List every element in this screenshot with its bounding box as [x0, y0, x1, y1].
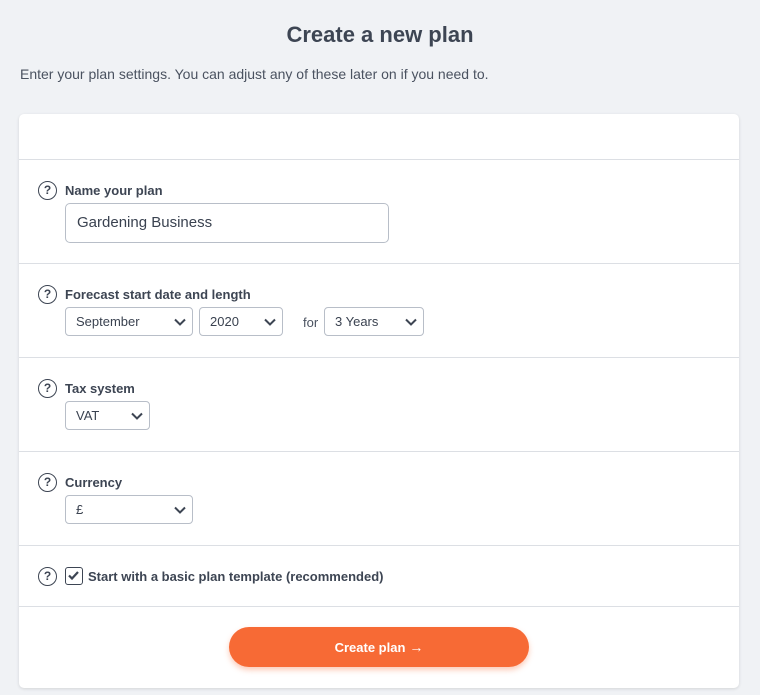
month-value: September	[76, 314, 140, 329]
template-label: Start with a basic plan template (recomm…	[88, 569, 384, 584]
currency-label: Currency	[65, 475, 123, 490]
plan-name-input[interactable]: Gardening Business	[65, 203, 389, 243]
divider	[19, 357, 739, 358]
year-value: 2020	[210, 314, 239, 329]
currency-select[interactable]: £	[65, 495, 193, 524]
help-icon[interactable]: ?	[38, 181, 57, 200]
length-value: 3 Years	[335, 314, 379, 329]
year-select[interactable]: 2020	[199, 307, 283, 336]
template-checkbox[interactable]	[65, 567, 83, 585]
plan-settings-card: ? Name your plan Gardening Business ? Fo…	[19, 114, 739, 688]
chevron-down-icon	[264, 318, 276, 326]
month-select[interactable]: September	[65, 307, 193, 336]
checkmark-icon	[68, 571, 79, 581]
help-icon[interactable]: ?	[38, 285, 57, 304]
tax-system-label: Tax system	[65, 381, 135, 396]
currency-value: £	[76, 502, 84, 517]
page-subtitle: Enter your plan settings. You can adjust…	[20, 66, 489, 82]
create-plan-label: Create plan	[334, 640, 406, 655]
help-icon[interactable]: ?	[38, 473, 57, 492]
forecast-label: Forecast start date and length	[65, 287, 251, 302]
help-icon[interactable]: ?	[38, 567, 57, 586]
help-icon[interactable]: ?	[38, 379, 57, 398]
tax-system-select[interactable]: VAT	[65, 401, 150, 430]
arrow-right-icon: →	[409, 639, 424, 655]
page-title: Create a new plan	[286, 22, 474, 47]
divider	[19, 451, 739, 452]
divider	[19, 606, 739, 607]
name-plan-label: Name your plan	[65, 183, 163, 198]
chevron-down-icon	[174, 318, 186, 326]
divider	[19, 545, 739, 546]
length-select[interactable]: 3 Years	[324, 307, 424, 336]
tax-system-value: VAT	[76, 408, 100, 423]
chevron-down-icon	[131, 412, 143, 420]
chevron-down-icon	[174, 506, 186, 514]
divider	[19, 263, 739, 264]
create-plan-button[interactable]: Create plan →	[229, 627, 529, 667]
divider	[19, 159, 739, 160]
for-text: for	[303, 315, 319, 330]
chevron-down-icon	[405, 318, 417, 326]
